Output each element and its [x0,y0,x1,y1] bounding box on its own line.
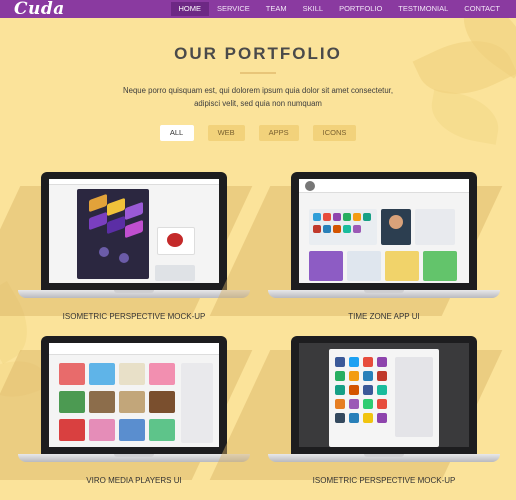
laptop-mockup-icon [18,172,250,302]
portfolio-screenshot [49,179,219,283]
nav-skill[interactable]: SKILL [295,2,331,16]
nav-team[interactable]: TEAM [258,2,295,16]
nav-testimonial[interactable]: TESTIMONIAL [390,2,456,16]
nav-home[interactable]: HOME [170,2,209,16]
title-underline [240,72,276,74]
section-title: OUR PORTFOLIO [174,44,342,63]
main-nav: HOME SERVICE TEAM SKILL PORTFOLIO TESTIM… [170,0,509,18]
portfolio-item-label: ISOMETRIC PERSPECTIVE MOCK-UP [312,476,456,485]
laptop-mockup-icon [18,336,250,466]
nav-contact[interactable]: CONTACT [456,2,508,16]
portfolio-screenshot [299,343,469,447]
laptop-mockup-icon [268,172,500,302]
laptop-mockup-icon [268,336,500,466]
filter-icons[interactable]: ICONS [312,125,357,141]
portfolio-screenshot [299,179,469,283]
portfolio-filters: ALL WEB APPS ICONS [0,125,516,141]
site-logo[interactable]: Cuda [14,0,65,19]
nav-portfolio[interactable]: PORTFOLIO [331,2,390,16]
nav-service[interactable]: SERVICE [209,2,258,16]
portfolio-screenshot [49,343,219,447]
filter-web[interactable]: WEB [207,125,245,141]
filter-all[interactable]: ALL [159,125,194,141]
portfolio-item-label: TIME ZONE APP UI [348,312,420,321]
filter-apps[interactable]: APPS [258,125,299,141]
top-navbar: Cuda HOME SERVICE TEAM SKILL PORTFOLIO T… [0,0,516,19]
section-description: Neque porro quisquam est, qui dolorem ip… [122,86,393,108]
